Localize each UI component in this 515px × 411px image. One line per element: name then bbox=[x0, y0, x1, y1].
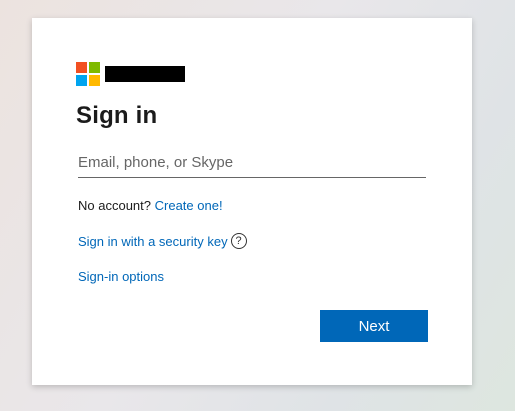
create-account-link[interactable]: Create one! bbox=[155, 198, 223, 213]
security-key-row: Sign in with a security key ? bbox=[78, 233, 247, 249]
signin-options-row: Sign-in options bbox=[78, 269, 164, 284]
logo-square-blue bbox=[76, 75, 87, 86]
security-key-link[interactable]: Sign in with a security key bbox=[78, 234, 228, 249]
redacted-brand-text bbox=[105, 66, 185, 82]
next-button[interactable]: Next bbox=[320, 310, 428, 342]
no-account-row: No account? Create one! bbox=[78, 198, 223, 213]
page-title: Sign in bbox=[76, 102, 158, 129]
no-account-text: No account? bbox=[78, 198, 151, 213]
signin-card: Sign in No account? Create one! Sign in … bbox=[32, 18, 472, 385]
microsoft-logo-icon bbox=[76, 62, 100, 86]
logo-square-green bbox=[89, 62, 100, 73]
logo-square-red bbox=[76, 62, 87, 73]
brand-row bbox=[76, 62, 185, 86]
help-icon[interactable]: ? bbox=[230, 233, 247, 249]
signin-options-link[interactable]: Sign-in options bbox=[78, 269, 164, 284]
email-field-container bbox=[78, 148, 426, 178]
email-field[interactable] bbox=[78, 148, 426, 176]
logo-square-yellow bbox=[89, 75, 100, 86]
